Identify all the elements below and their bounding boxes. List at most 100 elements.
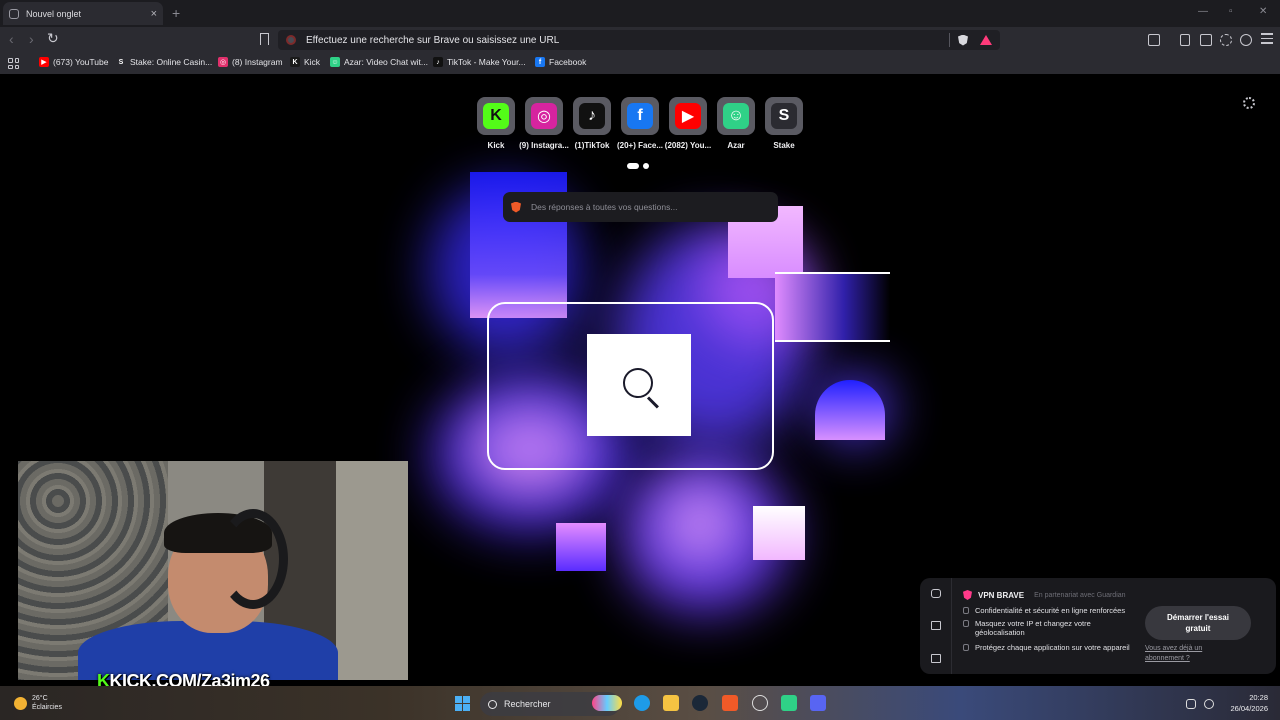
address-bar[interactable]: Effectuez une recherche sur Brave ou sai… xyxy=(278,30,1000,50)
apps-grid-icon[interactable] xyxy=(8,58,19,69)
copilot-icon[interactable] xyxy=(592,695,622,711)
vpn-shield-icon[interactable] xyxy=(931,589,941,598)
top-site-label: Stake xyxy=(773,141,795,150)
leo-ask-box[interactable]: Des réponses à toutes vos questions... xyxy=(503,192,778,222)
vpn-logo-icon xyxy=(963,590,972,600)
toolbar: ‹ › ↻ Effectuez une recherche sur Brave … xyxy=(0,27,1280,54)
wallet-icon[interactable] xyxy=(1200,34,1212,46)
close-tab-icon[interactable]: × xyxy=(151,8,157,20)
vpn-promo-card: VPN BRAVE En partenariat avec Guardian C… xyxy=(920,578,1276,674)
bookmark-item[interactable]: f Facebook xyxy=(535,57,586,67)
tab-title: Nouvel onglet xyxy=(26,8,82,19)
bookmark-item[interactable]: ▶ (673) YouTube xyxy=(39,57,108,67)
brave-icon[interactable] xyxy=(722,695,738,711)
menu-icon[interactable] xyxy=(1261,33,1273,47)
edge-icon[interactable] xyxy=(634,695,650,711)
bookmark-label: Kick xyxy=(304,57,321,67)
bookmark-item[interactable]: ◎ (8) Instagram xyxy=(218,57,283,67)
reader-mode-icon[interactable] xyxy=(1148,34,1160,46)
weather-sun-icon xyxy=(14,696,27,710)
facebook-icon: f xyxy=(535,57,545,67)
steam-icon[interactable] xyxy=(692,695,708,711)
background-square xyxy=(775,272,890,342)
page-dot[interactable] xyxy=(643,163,649,169)
check-icon xyxy=(963,644,969,651)
leo-ai-icon[interactable] xyxy=(1220,34,1232,46)
bookmark-item[interactable]: K Kick xyxy=(290,57,320,67)
bookmark-icon[interactable] xyxy=(260,33,269,45)
brave-rewards-icon[interactable] xyxy=(980,35,992,45)
top-site-icon-frame: ▶ xyxy=(669,97,707,135)
vpn-feature: Confidentialité et sécurité en ligne ren… xyxy=(963,606,1125,615)
title-bar: Nouvel onglet × + — ▫ ✕ xyxy=(0,0,1280,27)
network-icon[interactable] xyxy=(1186,699,1196,709)
search-icon xyxy=(623,368,653,398)
address-bar-text: Effectuez une recherche sur Brave ou sai… xyxy=(306,34,560,46)
bookmark-label: Facebook xyxy=(549,57,587,67)
whatsapp-icon[interactable] xyxy=(781,695,797,711)
windows-start-icon[interactable] xyxy=(455,696,470,711)
obs-icon[interactable] xyxy=(752,695,768,711)
tiktok-icon: ♪ xyxy=(433,57,443,67)
vpn-feature: Protégez chaque application sur votre ap… xyxy=(963,643,1130,652)
background-glow xyxy=(660,484,740,564)
bookmark-item[interactable]: ♪ TikTok - Make Your... xyxy=(433,57,526,67)
taskbar-clock[interactable]: 20:28 26/04/2026 xyxy=(1222,692,1268,714)
bookmark-item[interactable]: ☺ Azar: Video Chat wit... xyxy=(330,57,428,67)
weather-temp: 26°C xyxy=(32,695,48,702)
check-icon xyxy=(963,607,969,614)
settings-gear-icon[interactable] xyxy=(1243,97,1255,109)
top-sites-pager[interactable] xyxy=(627,163,649,169)
top-site-icon-frame: ☺ xyxy=(717,97,755,135)
top-site-icon-frame: f xyxy=(621,97,659,135)
leo-brave-icon xyxy=(511,201,521,213)
page-dot-active[interactable] xyxy=(627,163,639,169)
site-info-icon[interactable] xyxy=(286,35,296,45)
vpn-title-row: VPN BRAVE En partenariat avec Guardian xyxy=(963,590,1126,600)
volume-icon[interactable] xyxy=(1204,699,1214,709)
close-window-icon[interactable]: ✕ xyxy=(1259,6,1267,17)
weather-condition: Éclaircies xyxy=(32,704,62,711)
clock-date: 26/04/2026 xyxy=(1230,704,1268,713)
rewards-icon[interactable] xyxy=(931,621,941,630)
top-site-icon-frame: S xyxy=(765,97,803,135)
start-trial-button[interactable]: Démarrer l'essai gratuit xyxy=(1145,606,1251,640)
vpn-feature: Masquez votre IP et changez votre géoloc… xyxy=(963,619,1093,637)
bookmark-label: Stake: Online Casin... xyxy=(130,57,213,67)
youtube-icon: ▶ xyxy=(675,103,701,129)
maximize-icon[interactable]: ▫ xyxy=(1229,6,1233,17)
search-icon xyxy=(488,699,497,709)
azar-icon: ☺ xyxy=(330,57,340,67)
background-square xyxy=(753,506,805,560)
instagram-icon: ◎ xyxy=(218,57,228,67)
wallet-icon[interactable] xyxy=(931,654,941,663)
stake-icon: S xyxy=(116,57,126,67)
weather-widget[interactable]: 26°C Éclaircies xyxy=(14,694,62,712)
minimize-icon[interactable]: — xyxy=(1198,6,1208,17)
youtube-icon: ▶ xyxy=(39,57,49,67)
bookmark-item[interactable]: S Stake: Online Casin... xyxy=(116,57,212,67)
sidebar-icon[interactable] xyxy=(1180,34,1190,46)
facebook-icon: f xyxy=(627,103,653,129)
brave-tab-icon xyxy=(9,8,19,19)
already-subscribed-link[interactable]: Vous avez déjà un abonnement ? xyxy=(1145,644,1225,664)
leo-placeholder: Des réponses à toutes vos questions... xyxy=(531,202,678,212)
vpn-icon[interactable] xyxy=(1240,34,1252,46)
bookmark-label: (673) YouTube xyxy=(53,57,109,67)
top-site-icon-frame: ♪ xyxy=(573,97,611,135)
instagram-icon: ◎ xyxy=(531,103,557,129)
stake-icon: S xyxy=(771,103,797,129)
reload-icon[interactable]: ↻ xyxy=(47,30,59,47)
discord-icon[interactable] xyxy=(810,695,826,711)
background-square xyxy=(556,523,606,571)
brave-shields-icon[interactable] xyxy=(958,34,968,46)
forward-icon[interactable]: › xyxy=(29,31,34,47)
new-tab-button[interactable]: + xyxy=(172,5,180,21)
top-site-tile[interactable]: S Stake xyxy=(755,97,813,150)
back-icon[interactable]: ‹ xyxy=(9,31,14,47)
tab-new-tab[interactable]: Nouvel onglet × xyxy=(3,2,163,25)
file-explorer-icon[interactable] xyxy=(663,695,679,711)
bookmark-label: Azar: Video Chat wit... xyxy=(344,57,428,67)
taskbar-search-label: Rechercher xyxy=(504,699,551,709)
check-icon xyxy=(963,620,969,627)
